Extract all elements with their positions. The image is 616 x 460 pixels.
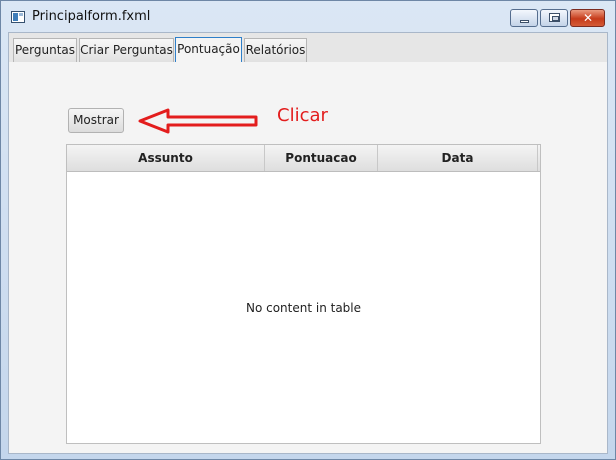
close-button[interactable]: ✕ (570, 9, 605, 27)
scores-table[interactable]: Assunto Pontuacao Data No content in tab… (66, 144, 541, 444)
tab-pontuacao[interactable]: Pontuação (175, 37, 242, 63)
maximize-icon (549, 13, 560, 22)
left-arrow-annotation-icon (138, 108, 258, 134)
tab-content-pontuacao: Mostrar Clicar Assunto Pontuacao Data No… (9, 62, 607, 453)
window-client-area: Perguntas Criar Perguntas Pontuação Rela… (8, 32, 608, 454)
app-window: Principalform.fxml ✕ Perguntas Criar Per… (0, 0, 616, 460)
column-header-data[interactable]: Data (378, 145, 538, 171)
maximize-button[interactable] (540, 9, 568, 27)
tab-perguntas[interactable]: Perguntas (13, 38, 77, 62)
column-header-pontuacao[interactable]: Pontuacao (265, 145, 378, 171)
app-icon (11, 11, 25, 23)
minimize-button[interactable] (510, 9, 538, 27)
table-empty-placeholder: No content in table (245, 301, 362, 315)
tab-criar-perguntas[interactable]: Criar Perguntas (79, 38, 174, 62)
show-button[interactable]: Mostrar (68, 108, 124, 133)
table-header: Assunto Pontuacao Data (67, 145, 540, 172)
title-bar[interactable]: Principalform.fxml ✕ (1, 1, 615, 32)
tab-relatorios[interactable]: Relatórios (244, 38, 307, 62)
close-icon: ✕ (582, 11, 594, 25)
tab-bar: Perguntas Criar Perguntas Pontuação Rela… (9, 33, 607, 63)
window-title: Principalform.fxml (32, 9, 151, 24)
annotation-label: Clicar (277, 105, 328, 126)
minimize-icon (520, 20, 529, 23)
column-header-assunto[interactable]: Assunto (67, 145, 265, 171)
